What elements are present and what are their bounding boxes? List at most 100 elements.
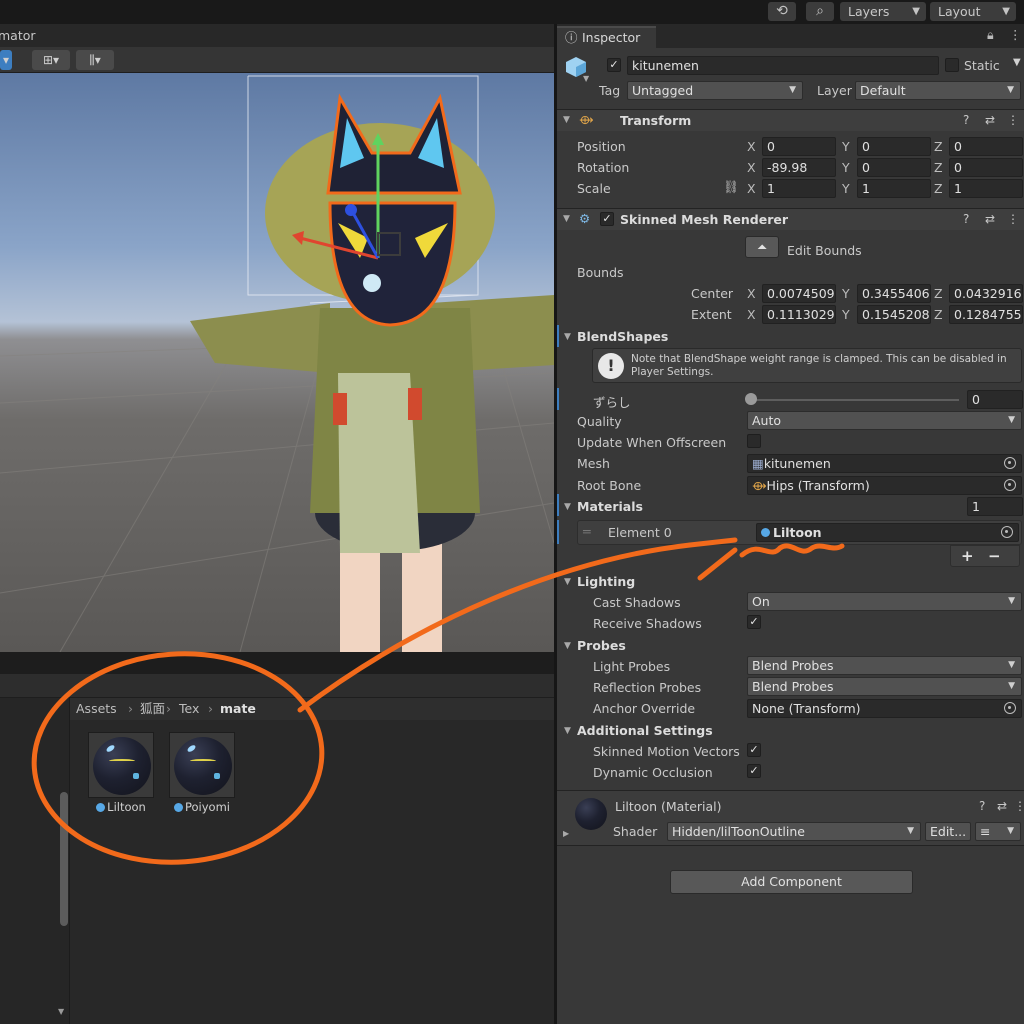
gizmo-button[interactable]: ⊞▾ [32, 50, 70, 70]
edit-bounds-button[interactable]: ⏶ [745, 236, 779, 258]
extent-y-field[interactable]: 0.1545208 [857, 305, 931, 324]
help-icon[interactable]: ? [963, 113, 969, 127]
extent-x-field[interactable]: 0.1113029 [762, 305, 836, 324]
element-0-row[interactable]: ═ Element 0 Liltoon [577, 520, 1022, 545]
object-picker-icon[interactable] [1004, 702, 1016, 714]
tab-inspector[interactable]: ⓘ Inspector [557, 26, 656, 48]
mesh-field[interactable]: ▦kitunemen [747, 454, 1022, 473]
preset-icon[interactable]: ⇄ [997, 799, 1007, 813]
skinned-mesh-renderer-header[interactable]: ▼ ⚙︎ ✓ Skinned Mesh Renderer ? ⇄ ⋮ [557, 208, 1024, 230]
update-offscreen-label: Update When Offscreen [577, 435, 727, 450]
history-icon[interactable]: ⟲ [768, 2, 796, 21]
help-icon[interactable]: ? [979, 799, 985, 813]
layer-value: Default [860, 83, 906, 98]
project-scrollbar[interactable] [60, 792, 68, 926]
chevron-down-icon[interactable]: ▼ [583, 74, 589, 83]
receive-shadows-checkbox[interactable]: ✓ [747, 615, 761, 629]
blendshape-slider-track[interactable] [749, 399, 959, 401]
asset-liltoon[interactable]: Liltoon [88, 732, 154, 822]
chevron-down-icon: ▼ [1008, 681, 1015, 691]
anchor-override-field[interactable]: None (Transform) [747, 699, 1022, 718]
reflection-probes-value: Blend Probes [752, 679, 834, 694]
breadcrumb-mate[interactable]: mate [220, 698, 256, 720]
drag-handle-icon[interactable]: ═ [583, 524, 591, 539]
shader-edit-button[interactable]: Edit... [925, 822, 971, 841]
scene-viewport[interactable] [0, 73, 554, 652]
object-picker-icon[interactable] [1001, 526, 1013, 538]
update-offscreen-checkbox[interactable] [747, 434, 761, 448]
layout-dropdown[interactable]: Layout ▼ [930, 2, 1016, 21]
position-y-field[interactable]: 0 [857, 137, 931, 156]
asset-poiyomi[interactable]: Poiyomi [169, 732, 235, 822]
transform-header[interactable]: ▼ ⟴ Transform ? ⇄ ⋮ [557, 109, 1024, 131]
foldout-icon[interactable]: ▼ [564, 577, 571, 587]
blendshape-value-field[interactable]: 0 [967, 390, 1023, 409]
rotation-y-field[interactable]: 0 [857, 158, 931, 177]
quality-dropdown[interactable]: Auto ▼ [747, 411, 1022, 430]
smr-enabled-checkbox[interactable]: ✓ [600, 212, 614, 226]
layer-dropdown[interactable]: Default ▼ [855, 81, 1021, 100]
foldout-icon[interactable]: ▼ [564, 502, 571, 512]
object-picker-icon[interactable] [1004, 479, 1016, 491]
scene-mode-button[interactable]: ▾ [0, 50, 12, 70]
reflection-probes-dropdown[interactable]: Blend Probes ▼ [747, 677, 1022, 696]
cast-shadows-dropdown[interactable]: On ▼ [747, 592, 1022, 611]
light-probes-dropdown[interactable]: Blend Probes ▼ [747, 656, 1022, 675]
static-checkbox[interactable] [945, 58, 959, 72]
help-icon[interactable]: ? [963, 212, 969, 226]
position-x-field[interactable]: 0 [762, 137, 836, 156]
grid-button[interactable]: ⫼▾ [76, 50, 114, 70]
extent-z-field[interactable]: 0.1284755 [949, 305, 1023, 324]
blendshape-slider-handle[interactable] [745, 393, 757, 405]
kebab-menu-icon[interactable]: ⋮ [1007, 212, 1019, 226]
list-add-remove: + − [950, 545, 1020, 567]
layers-dropdown[interactable]: Layers ▼ [840, 2, 926, 21]
kebab-menu-icon[interactable]: ⋮ [1014, 799, 1024, 813]
kebab-menu-icon[interactable]: ⋮ [1009, 27, 1022, 42]
materials-count-field[interactable]: 1 [967, 497, 1023, 516]
object-picker-icon[interactable] [1004, 457, 1016, 469]
object-name-field[interactable]: kitunemen [627, 56, 939, 75]
kebab-menu-icon[interactable]: ⋮ [1007, 113, 1019, 127]
position-z-field[interactable]: 0 [949, 137, 1023, 156]
chevron-down-icon[interactable]: ▼ [1013, 57, 1021, 68]
foldout-icon[interactable]: ▼ [564, 641, 571, 651]
rotation-x-field[interactable]: -89.98 [762, 158, 836, 177]
breadcrumb-assets[interactable]: Assets [76, 698, 117, 720]
rotation-z-field[interactable]: 0 [949, 158, 1023, 177]
element-0-material-field[interactable]: Liltoon [756, 523, 1019, 542]
lock-icon[interactable]: 🔒︎ [987, 27, 994, 43]
dynamic-occlusion-checkbox[interactable]: ✓ [747, 764, 761, 778]
tag-dropdown[interactable]: Untagged ▼ [627, 81, 803, 100]
shader-dropdown[interactable]: Hidden/lilToonOutline ▼ [667, 822, 921, 841]
preset-icon[interactable]: ⇄ [985, 212, 995, 226]
axis-x-label: X [747, 160, 756, 175]
transform-icon: ⟴ [752, 478, 767, 493]
center-z-field[interactable]: 0.0432916 [949, 284, 1023, 303]
active-checkbox[interactable]: ✓ [607, 58, 621, 72]
search-icon[interactable]: ⌕ [806, 2, 834, 21]
skinned-motion-vectors-checkbox[interactable]: ✓ [747, 743, 761, 757]
scale-y-field[interactable]: 1 [857, 179, 931, 198]
link-icon[interactable]: ⛓︎ [723, 179, 739, 195]
add-element-button[interactable]: + [961, 547, 974, 565]
scroll-down-icon[interactable]: ▼ [58, 1007, 64, 1016]
breadcrumb-tex[interactable]: Tex [179, 698, 199, 720]
scene-tab-bar: mator [0, 24, 554, 47]
scale-z-field[interactable]: 1 [949, 179, 1023, 198]
add-component-button[interactable]: Add Component [670, 870, 913, 894]
preset-icon[interactable]: ⇄ [985, 113, 995, 127]
axis-x-label: X [747, 139, 756, 154]
material-options-button[interactable]: ≡ ▼ [975, 822, 1021, 841]
foldout-icon[interactable]: ▼ [564, 726, 571, 736]
center-x-field[interactable]: 0.0074509 [762, 284, 836, 303]
scale-x-field[interactable]: 1 [762, 179, 836, 198]
root-bone-field[interactable]: ⟴Hips (Transform) [747, 476, 1022, 495]
foldout-icon[interactable]: ▶ [563, 829, 569, 838]
remove-element-button[interactable]: − [988, 547, 1001, 565]
foldout-icon[interactable]: ▼ [564, 332, 571, 342]
breadcrumb-kitsune-mask[interactable]: 狐面 [140, 698, 165, 720]
axis-y-label: Y [842, 139, 850, 154]
tab-animator[interactable]: mator [0, 28, 36, 43]
center-y-field[interactable]: 0.3455406 [857, 284, 931, 303]
